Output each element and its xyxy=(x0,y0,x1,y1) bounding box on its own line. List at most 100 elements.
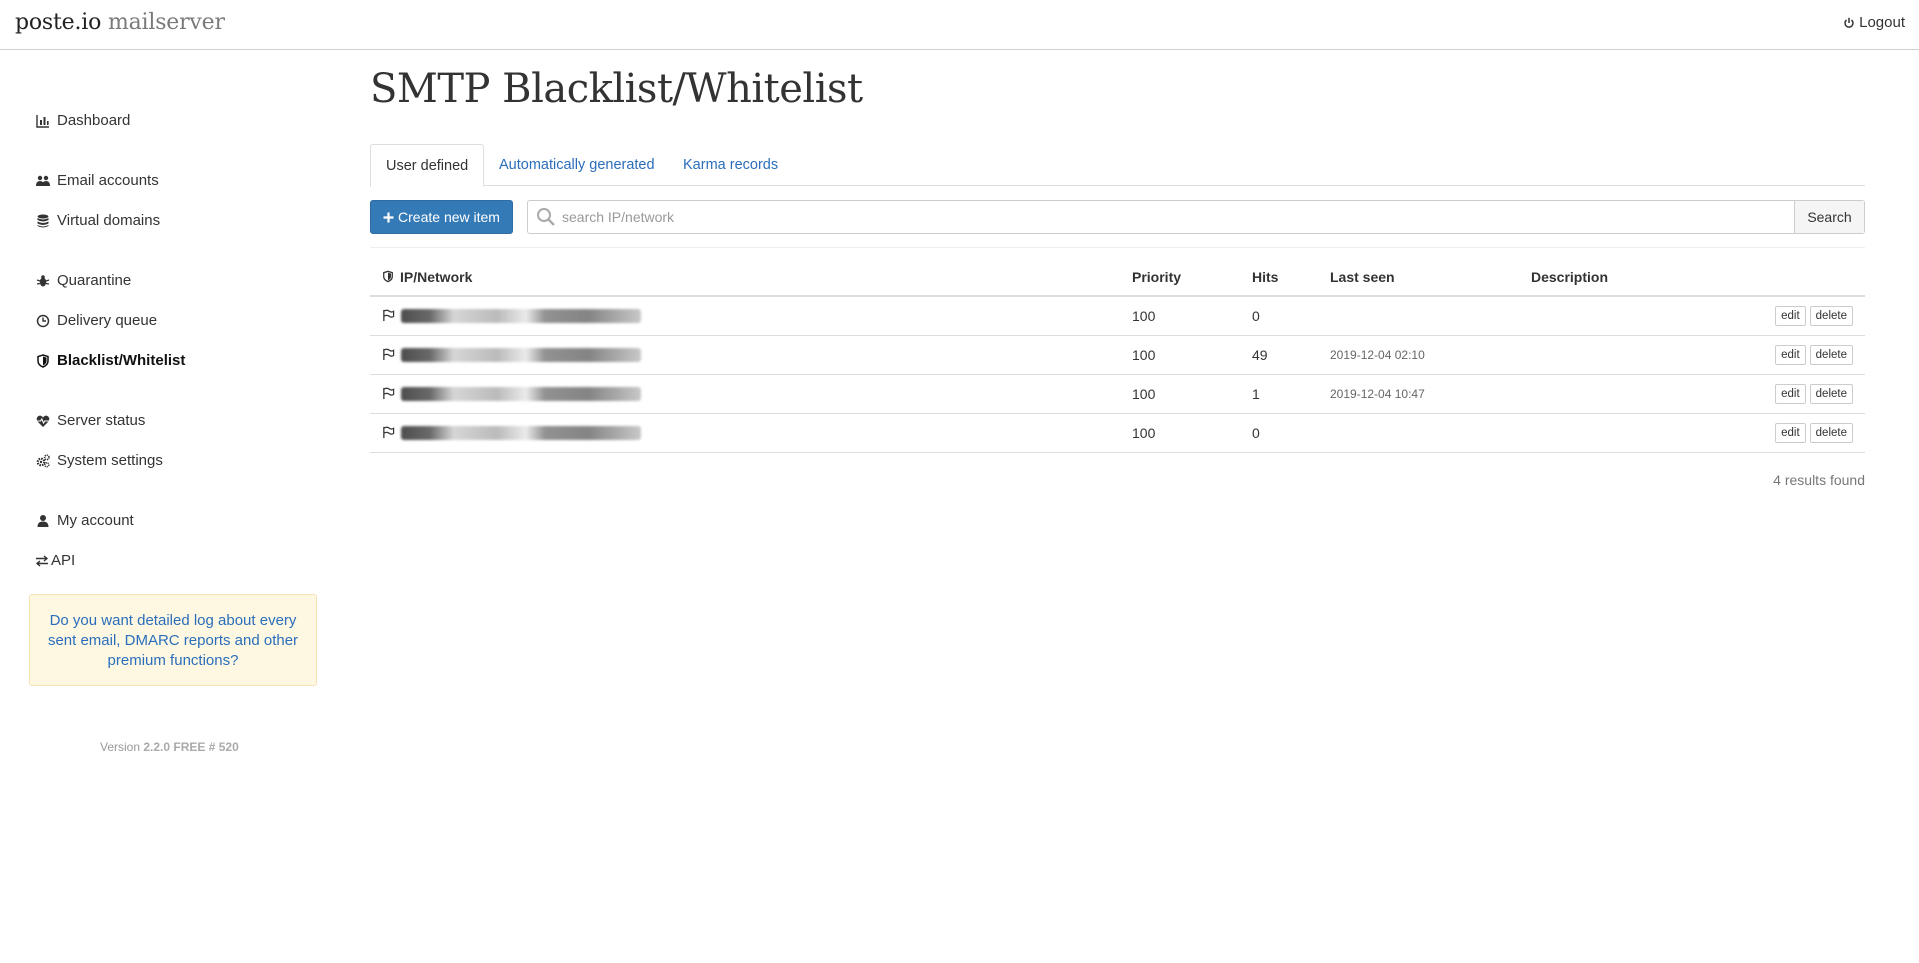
sidebar-item-label: Blacklist/Whitelist xyxy=(57,352,186,369)
top-bar: poste.io mailserver Logout xyxy=(0,0,1919,50)
redacted-ip-network xyxy=(401,308,641,323)
logout-link[interactable]: Logout xyxy=(1843,14,1905,31)
sidebar-item-email-accounts[interactable]: Email accounts xyxy=(35,172,159,189)
edit-button[interactable]: edit xyxy=(1775,344,1806,365)
page-title: SMTP Blacklist/Whitelist xyxy=(370,66,863,112)
shield-icon xyxy=(383,270,393,283)
sidebar-item-label: Dashboard xyxy=(57,112,131,129)
table-header-row: IP/Network Priority Hits Last seen Descr… xyxy=(370,258,1865,297)
table-row: 100 0 edit delete xyxy=(370,413,1865,453)
entries-table: IP/Network Priority Hits Last seen Descr… xyxy=(370,258,1865,453)
column-header-ip-network[interactable]: IP/Network xyxy=(370,258,1120,297)
delete-button[interactable]: delete xyxy=(1809,383,1853,404)
shield-icon xyxy=(35,353,50,368)
users-icon xyxy=(35,173,50,188)
flag-icon xyxy=(383,387,395,400)
version-info: Version 2.2.0 FREE # 520 xyxy=(100,740,239,754)
column-header-label: IP/Network xyxy=(400,268,473,285)
clock-icon xyxy=(35,313,50,328)
search-input[interactable] xyxy=(562,201,1762,233)
cogs-icon xyxy=(35,453,50,468)
create-new-item-button[interactable]: Create new item xyxy=(370,200,513,234)
brand-logo[interactable]: poste.io mailserver xyxy=(15,10,225,35)
column-header-actions xyxy=(1669,258,1865,297)
column-header-priority[interactable]: Priority xyxy=(1120,258,1240,297)
sidebar-item-label: Virtual domains xyxy=(57,212,161,229)
create-new-item-label: Create new item xyxy=(398,209,500,225)
brand-main: poste.io xyxy=(15,10,102,35)
results-count: 4 results found xyxy=(1773,472,1865,488)
premium-promo-link[interactable]: Do you want detailed log about every sen… xyxy=(29,594,317,686)
promo-text: Do you want detailed log about every sen… xyxy=(47,612,299,669)
sidebar-item-label: Email accounts xyxy=(57,172,159,189)
last-seen-cell xyxy=(1318,296,1519,336)
sidebar-item-virtual-domains[interactable]: Virtual domains xyxy=(35,212,160,229)
search-icon xyxy=(537,208,555,226)
description-cell xyxy=(1519,374,1669,414)
edit-button[interactable]: edit xyxy=(1775,422,1806,443)
tab-automatically-generated[interactable]: Automatically generated xyxy=(484,144,670,186)
plus-icon xyxy=(383,212,394,222)
description-cell xyxy=(1519,413,1669,453)
redacted-ip-network xyxy=(401,347,641,362)
column-header-hits[interactable]: Hits xyxy=(1240,258,1318,297)
last-seen-cell: 2019-12-04 10:47 xyxy=(1318,374,1519,414)
priority-cell: 100 xyxy=(1120,296,1240,336)
table-row: 100 0 edit delete xyxy=(370,296,1865,336)
search-box: Search xyxy=(527,200,1865,234)
hits-cell: 0 xyxy=(1240,296,1318,336)
table-row: 100 49 2019-12-04 02:10 edit delete xyxy=(370,335,1865,375)
priority-cell: 100 xyxy=(1120,335,1240,375)
edit-button[interactable]: edit xyxy=(1775,305,1806,326)
tab-karma-records[interactable]: Karma records xyxy=(668,144,793,186)
database-icon xyxy=(35,213,50,228)
sidebar-item-my-account[interactable]: My account xyxy=(35,512,134,529)
sidebar-item-label: Delivery queue xyxy=(57,312,158,329)
sidebar-item-dashboard[interactable]: Dashboard xyxy=(35,112,130,129)
sidebar-item-api[interactable]: API xyxy=(34,552,75,569)
last-seen-cell: 2019-12-04 02:10 xyxy=(1318,335,1519,375)
sidebar-item-system-settings[interactable]: System settings xyxy=(35,452,163,469)
flag-icon xyxy=(383,348,395,361)
power-icon xyxy=(1844,17,1854,28)
edit-button[interactable]: edit xyxy=(1775,383,1806,404)
sidebar-item-blacklist-whitelist[interactable]: Blacklist/Whitelist xyxy=(35,352,185,369)
flag-icon xyxy=(383,426,395,439)
bar-chart-icon xyxy=(35,113,50,128)
hits-cell: 49 xyxy=(1240,335,1318,375)
delete-button[interactable]: delete xyxy=(1809,305,1853,326)
toolbar: Create new item Search xyxy=(370,200,1865,234)
description-cell xyxy=(1519,335,1669,375)
exchange-icon xyxy=(34,553,49,568)
sidebar-item-delivery-queue[interactable]: Delivery queue xyxy=(35,312,157,329)
flag-icon xyxy=(383,309,395,322)
last-seen-cell xyxy=(1318,413,1519,453)
tab-user-defined[interactable]: User defined xyxy=(370,144,485,187)
delete-button[interactable]: delete xyxy=(1809,344,1853,365)
table-row: 100 1 2019-12-04 10:47 edit delete xyxy=(370,374,1865,414)
description-cell xyxy=(1519,296,1669,336)
priority-cell: 100 xyxy=(1120,413,1240,453)
sidebar-item-label: My account xyxy=(57,512,134,529)
sidebar-item-label: API xyxy=(51,552,76,569)
sidebar-item-label: Server status xyxy=(57,412,146,429)
version-value: 2.2.0 FREE # 520 xyxy=(143,740,239,754)
tab-bar: User defined Automatically generated Kar… xyxy=(370,144,1865,187)
priority-cell: 100 xyxy=(1120,374,1240,414)
divider xyxy=(370,247,1865,248)
bug-icon xyxy=(35,273,50,288)
delete-button[interactable]: delete xyxy=(1809,422,1853,443)
hits-cell: 0 xyxy=(1240,413,1318,453)
column-header-description[interactable]: Description xyxy=(1519,258,1669,297)
version-prefix: Version xyxy=(100,740,141,754)
sidebar-item-server-status[interactable]: Server status xyxy=(35,412,145,429)
sidebar-item-label: Quarantine xyxy=(57,272,132,289)
hits-cell: 1 xyxy=(1240,374,1318,414)
column-header-last-seen[interactable]: Last seen xyxy=(1318,258,1519,297)
brand-sub: mailserver xyxy=(107,10,225,35)
search-button[interactable]: Search xyxy=(1794,201,1864,233)
sidebar-item-quarantine[interactable]: Quarantine xyxy=(35,272,131,289)
logout-label: Logout xyxy=(1859,14,1905,31)
redacted-ip-network xyxy=(401,386,641,401)
user-icon xyxy=(35,513,50,528)
